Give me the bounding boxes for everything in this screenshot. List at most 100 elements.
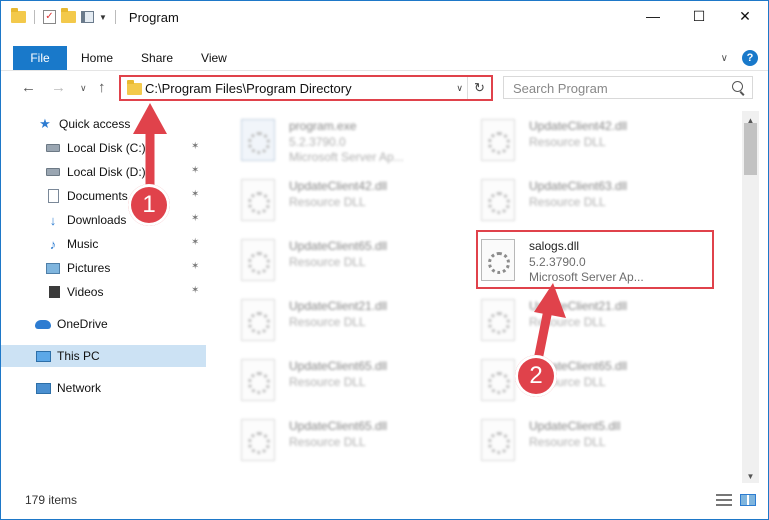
pin-icon: ✶ — [191, 141, 200, 152]
vertical-scrollbar[interactable]: ▲ ▼ — [742, 111, 759, 483]
tab-share[interactable]: Share — [127, 46, 187, 70]
sidebar-item-label: This PC — [57, 349, 100, 363]
music-icon: ♪ — [49, 236, 57, 252]
toolbar-divider — [114, 10, 116, 24]
file-detail: Resource DLL — [289, 255, 366, 269]
tab-file[interactable]: File — [13, 46, 67, 70]
pin-icon: ✶ — [191, 261, 200, 272]
file-detail: Resource DLL — [289, 315, 366, 329]
sidebar-item-downloads[interactable]: ↓ Downloads ✶ — [1, 209, 206, 231]
sidebar-item-pictures[interactable]: Pictures ✶ — [1, 257, 206, 279]
file-item[interactable]: UpdateClient63.dll Resource DLL — [463, 173, 703, 225]
dll-file-icon — [241, 239, 275, 281]
tab-view[interactable]: View — [187, 46, 241, 70]
star-icon: ★ — [39, 116, 51, 131]
expand-ribbon-chevron-icon[interactable]: ∨ — [721, 53, 728, 64]
sidebar-item-label: Downloads — [67, 213, 127, 227]
search-input[interactable]: Search Program — [503, 76, 753, 99]
sidebar-item-label: OneDrive — [57, 317, 108, 331]
search-placeholder: Search Program — [513, 81, 608, 96]
file-detail: Resource DLL — [289, 375, 366, 389]
sidebar-item-local-disk-d[interactable]: Local Disk (D:) ✶ — [1, 161, 206, 183]
sidebar-item-label: Quick access — [59, 117, 131, 131]
file-item[interactable]: UpdateClient42.dll Resource DLL — [223, 173, 463, 225]
dll-file-icon — [241, 359, 275, 401]
file-list: program.exe 5.2.3790.0 Microsoft Server … — [213, 111, 741, 483]
sidebar-item-quick-access[interactable]: ★ Quick access — [1, 113, 206, 135]
minimize-button[interactable]: — — [630, 1, 676, 31]
dll-file-icon — [481, 179, 515, 221]
dll-file-icon — [481, 299, 515, 341]
file-name: UpdateClient63.dll — [529, 179, 628, 193]
file-name: UpdateClient65.dll — [289, 419, 388, 433]
pin-icon: ✶ — [191, 213, 200, 224]
ribbon-controls: ∨ ? — [721, 50, 758, 66]
tab-home[interactable]: Home — [67, 46, 127, 70]
dll-file-icon — [241, 179, 275, 221]
file-name: UpdateClient21.dll — [289, 299, 388, 313]
address-bar[interactable]: C:\Program Files\Program Directory ∨ ↻ — [119, 75, 493, 101]
file-detail: Resource DLL — [289, 435, 366, 449]
properties-check-icon[interactable]: ✓ — [43, 10, 56, 24]
pin-icon: ✶ — [191, 165, 200, 176]
address-path[interactable]: C:\Program Files\Program Directory — [145, 81, 352, 96]
scroll-down-arrow-icon[interactable]: ▼ — [742, 469, 759, 483]
view-buttons — [716, 494, 756, 506]
customize-toolbar-chevron-icon[interactable]: ▼ — [99, 13, 107, 22]
file-item[interactable]: program.exe 5.2.3790.0 Microsoft Server … — [223, 113, 463, 165]
close-button[interactable]: ✕ — [722, 1, 768, 31]
navigation-pane: ★ Quick access Local Disk (C:) ✶ Local D… — [1, 111, 206, 483]
dll-file-icon — [481, 119, 515, 161]
drive-icon — [45, 141, 61, 155]
recent-locations-chevron-icon[interactable]: ∨ — [80, 83, 87, 94]
file-item[interactable]: UpdateClient65.dll Resource DLL — [223, 413, 463, 465]
file-detail: Resource DLL — [529, 435, 606, 449]
file-name: UpdateClient42.dll — [529, 119, 628, 133]
sidebar-item-videos[interactable]: Videos ✶ — [1, 281, 206, 303]
file-item[interactable]: UpdateClient65.dll Resource DLL — [223, 353, 463, 405]
back-arrow-icon[interactable]: ← — [21, 79, 36, 96]
sidebar-item-local-disk-c[interactable]: Local Disk (C:) ✶ — [1, 137, 206, 159]
sidebar-item-label: Documents — [67, 189, 128, 203]
file-item[interactable]: UpdateClient42.dll Resource DLL — [463, 113, 703, 165]
maximize-button[interactable]: ☐ — [676, 1, 722, 31]
forward-arrow-icon[interactable]: → — [51, 79, 66, 96]
details-view-icon[interactable] — [716, 494, 732, 506]
file-name: program.exe — [289, 119, 357, 133]
ribbon-tabs: File Home Share View ∨ ? — [1, 46, 768, 70]
file-item[interactable]: UpdateClient5.dll Resource DLL — [463, 413, 703, 465]
ribbon-divider — [1, 70, 768, 71]
dll-file-icon — [241, 299, 275, 341]
quick-access-toolbar: ✓ ▼ — [1, 8, 119, 24]
file-item[interactable]: UpdateClient65.dll Resource DLL — [223, 233, 463, 285]
sidebar-item-label: Local Disk (C:) — [67, 141, 146, 155]
large-icons-view-icon[interactable] — [740, 494, 756, 506]
new-folder-icon[interactable] — [61, 8, 76, 23]
toolbar-divider — [34, 10, 35, 24]
sidebar-item-label: Local Disk (D:) — [67, 165, 146, 179]
window-title: Program — [128, 9, 179, 25]
file-item[interactable]: UpdateClient21.dll Resource DLL — [463, 293, 703, 345]
sidebar-item-music[interactable]: ♪ Music ✶ — [1, 233, 206, 255]
file-item[interactable]: UpdateClient65.dll Resource DLL — [463, 353, 703, 405]
sidebar-item-this-pc[interactable]: This PC — [1, 345, 206, 367]
file-item[interactable]: UpdateClient21.dll Resource DLL — [223, 293, 463, 345]
sidebar-item-network[interactable]: Network — [1, 377, 206, 399]
search-icon[interactable] — [732, 81, 743, 92]
step-badge-1: 1 — [128, 184, 170, 226]
scrollbar-thumb[interactable] — [744, 123, 757, 175]
drive-icon — [45, 165, 61, 179]
dll-file-icon — [481, 419, 515, 461]
folder-icon — [11, 8, 26, 23]
properties-icon[interactable] — [81, 11, 94, 23]
address-dropdown-chevron-icon[interactable]: ∨ — [456, 83, 463, 94]
application-file-icon — [241, 119, 275, 161]
refresh-icon[interactable]: ↻ — [467, 77, 491, 99]
sidebar-item-onedrive[interactable]: OneDrive — [1, 313, 206, 335]
pin-icon: ✶ — [191, 237, 200, 248]
file-name: UpdateClient21.dll — [529, 299, 628, 313]
sidebar-item-documents[interactable]: Documents ✶ — [1, 185, 206, 207]
file-detail: Resource DLL — [529, 195, 606, 209]
up-arrow-icon[interactable]: ↑ — [98, 79, 106, 96]
help-icon[interactable]: ? — [742, 50, 758, 66]
